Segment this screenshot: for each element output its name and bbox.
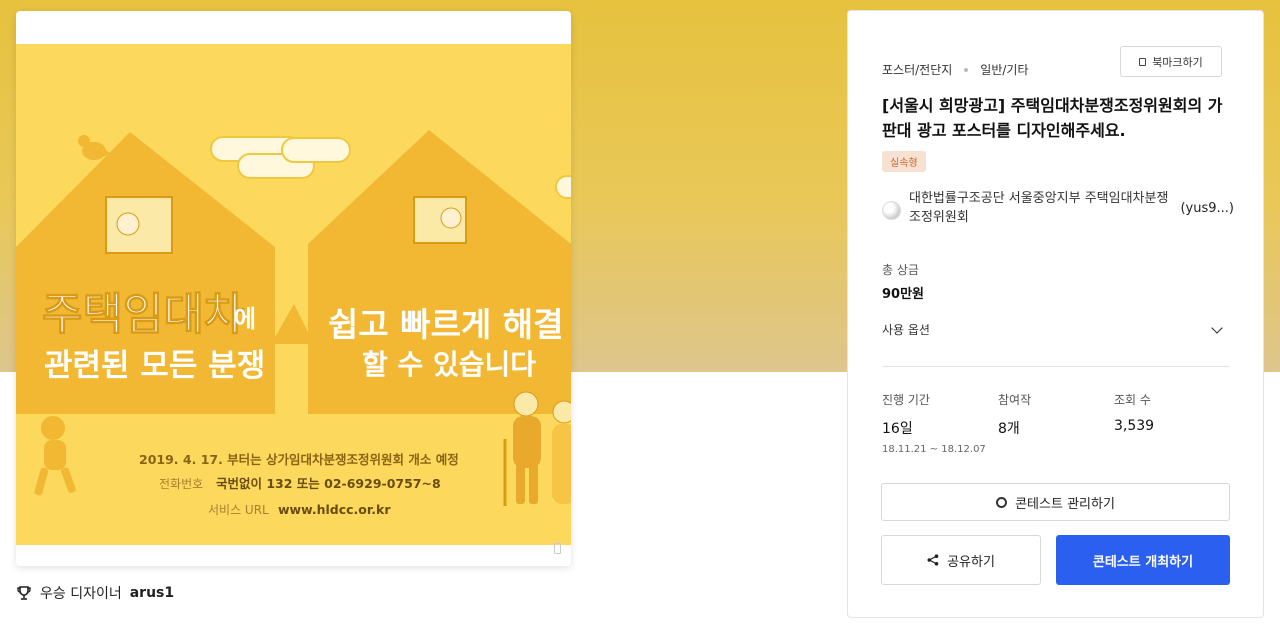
bookmark-icon [1139,57,1147,66]
stat-views-value: 3,539 [1114,418,1155,434]
host-info: 대한법률구조공단 서울중앙지부 주택임대차분쟁조정위원회 (yus9...) [882,189,1234,227]
bookmark-label: 북마크하기 [1152,55,1203,69]
trophy-icon [17,586,31,600]
poster-headline-1-main: 주택임대차 [42,289,244,340]
gear-icon [996,496,1008,508]
poster-url-value: www.hldcc.or.kr [278,502,391,517]
stat-views: 조회 수 3,539 [1114,391,1154,434]
prize-label: 총 상금 [882,263,919,277]
winner-info: 우승 디자이너 arus1 [16,583,174,603]
share-icon [927,554,939,566]
manage-contest-label: 콘테스트 관리하기 [1015,496,1115,512]
host-user[interactable]: (yus9...) [1180,199,1234,218]
poster-image: 주택임대차 에 관련된 모든 분쟁 쉽고 빠르게 해결 할 수 있습니다 201… [16,44,571,545]
chevron-down-icon[interactable] [1211,321,1223,334]
winner-label: 우승 디자이너 [40,586,122,602]
stat-period-label: 진행 기간 [882,393,930,407]
contest-title: [서울시 희망광고] 주택임대차분쟁조정위원회의 가판대 광고 포스터를 디자인… [882,96,1223,140]
poster-headline-1-suffix: 에 [234,305,256,333]
poster-url-label: 서비스 URL [208,503,269,517]
poster-headline-2-line2: 할 수 있습니다 [362,348,536,381]
poster-phone-value: 국번없이 132 또는 02-6929-0757~8 [216,476,441,491]
stat-period-value: 16일 [882,421,913,437]
stat-entries: 참여작 8개 [998,391,1031,438]
expand-icon[interactable] [554,543,561,554]
poster-footer-line1: 2019. 4. 17. 부터는 상가임대차분쟁조정위원회 개소 예정 [139,452,459,467]
bookmark-button[interactable]: 북마크하기 [1120,46,1222,77]
share-button[interactable]: 공유하기 [881,535,1041,585]
share-label: 공유하기 [947,554,995,570]
poster-phone-label: 전화번호 [159,477,203,491]
host-avatar [882,201,901,220]
host-org[interactable]: 대한법률구조공단 서울중앙지부 주택임대차분쟁조정위원회 [909,189,1172,227]
host-contest-button[interactable]: 콘테스트 개최하기 [1056,535,1230,585]
divider [882,366,1230,367]
poster-headline-1-line2: 관련된 모든 분쟁 [44,348,265,384]
stat-period: 진행 기간 16일 18.11.21 ~ 18.12.07 [882,391,986,455]
options-label: 사용 옵션 [882,323,930,337]
breadcrumb-separator [964,67,969,72]
options-toggle[interactable]: 사용 옵션 [882,321,1225,338]
stat-entries-label: 참여작 [998,393,1032,407]
winner-name[interactable]: arus1 [130,585,174,601]
stat-views-label: 조회 수 [1114,393,1151,407]
host-contest-label: 콘테스트 개최하기 [1092,554,1194,570]
manage-contest-button[interactable]: 콘테스트 관리하기 [881,483,1230,521]
prize-value: 90만원 [882,287,925,302]
plan-badge: 실속형 [882,151,926,172]
stat-period-dates: 18.11.21 ~ 18.12.07 [882,444,986,455]
category-breadcrumb: 포스터/전단지 일반/기타 [882,61,1029,78]
category-link[interactable]: 포스터/전단지 [882,61,952,78]
subcategory-link[interactable]: 일반/기타 [980,61,1028,78]
contest-info-panel: 포스터/전단지 일반/기타 북마크하기 [서울시 희망광고] 주택임대차분쟁조정… [847,10,1264,618]
poster-headline-2-line1: 쉽고 빠르게 해결 [328,305,564,344]
stat-entries-value: 8개 [998,421,1020,437]
poster-card[interactable]: 주택임대차 에 관련된 모든 분쟁 쉽고 빠르게 해결 할 수 있습니다 201… [16,11,571,566]
